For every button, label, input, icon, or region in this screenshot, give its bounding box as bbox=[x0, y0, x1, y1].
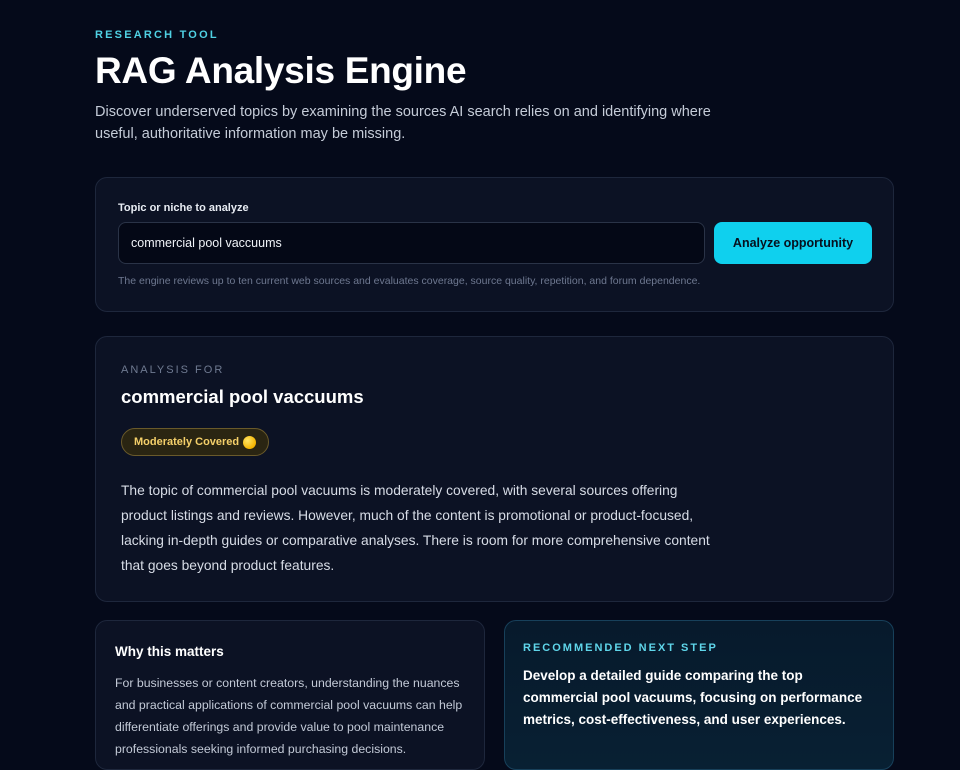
analysis-result-card: ANALYSIS FOR commercial pool vaccuums Mo… bbox=[95, 336, 894, 602]
analysis-eyebrow: ANALYSIS FOR bbox=[121, 364, 225, 376]
analysis-topic: commercial pool vaccuums bbox=[121, 386, 364, 407]
why-title: Why this matters bbox=[115, 644, 224, 659]
search-card: Topic or niche to analyze Analyze opport… bbox=[95, 177, 894, 312]
coverage-status-label: Moderately Covered bbox=[134, 436, 240, 448]
page-subtitle: Discover underserved topics by examining… bbox=[95, 104, 711, 142]
next-step-body: Develop a detailed guide comparing the t… bbox=[523, 668, 863, 727]
coverage-status-badge: Moderately Covered bbox=[121, 428, 270, 456]
page-title: RAG Analysis Engine bbox=[95, 50, 467, 91]
why-this-matters-card: Why this matters For businesses or conte… bbox=[95, 620, 485, 770]
search-hint: The engine reviews up to ten current web… bbox=[118, 275, 701, 287]
analyze-opportunity-button[interactable]: Analyze opportunity bbox=[714, 222, 872, 264]
why-body: For businesses or content creators, unde… bbox=[115, 676, 463, 756]
topic-input[interactable] bbox=[118, 222, 705, 264]
topic-field-label: Topic or niche to analyze bbox=[118, 202, 249, 214]
analysis-summary: The topic of commercial pool vacuums is … bbox=[121, 483, 710, 573]
next-step-eyebrow: RECOMMENDED NEXT STEP bbox=[523, 642, 718, 654]
recommended-next-step-card: RECOMMENDED NEXT STEP Develop a detailed… bbox=[504, 620, 894, 770]
header-eyebrow: RESEARCH TOOL bbox=[95, 29, 219, 41]
yellow-circle-icon bbox=[243, 435, 257, 449]
